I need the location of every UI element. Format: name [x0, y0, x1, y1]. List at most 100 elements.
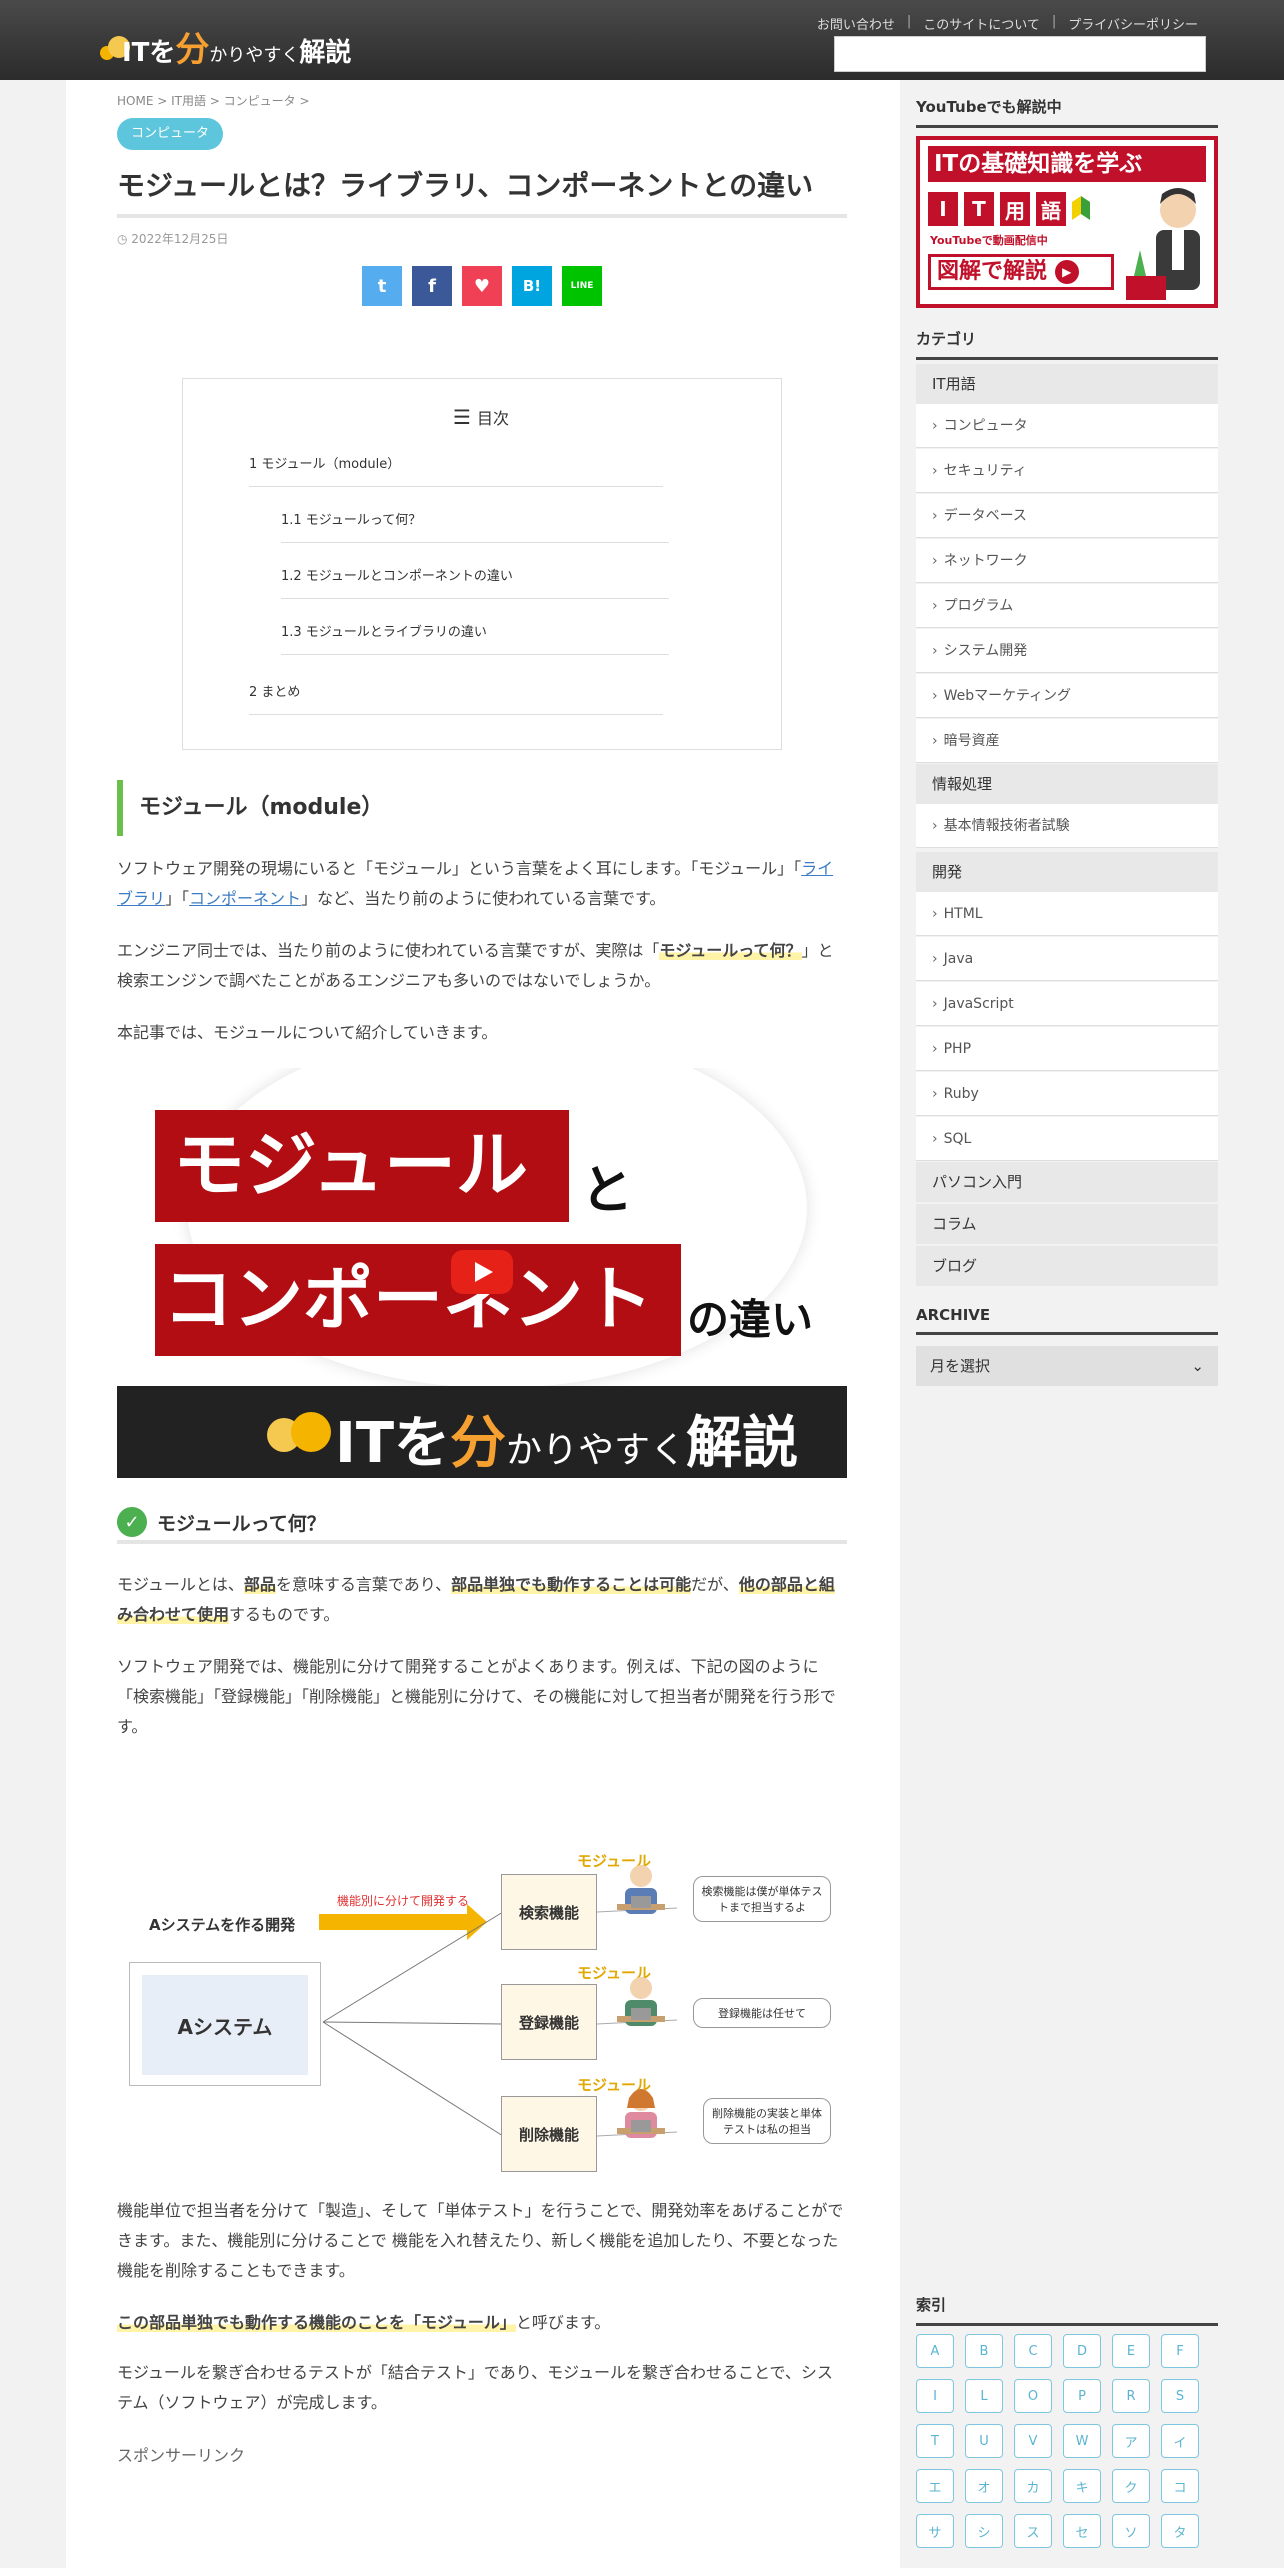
index-button[interactable]: A [916, 2334, 954, 2368]
toc-item[interactable]: 1 モジュール（module） [249, 453, 663, 487]
index-button[interactable]: カ [1014, 2469, 1052, 2503]
category-item[interactable]: › SQL [916, 1117, 1218, 1161]
category-label: SQL [943, 1131, 972, 1147]
about-link[interactable]: このサイトについて [923, 14, 1040, 33]
privacy-link[interactable]: プライバシーポリシー [1068, 14, 1198, 33]
category-item[interactable]: IT用語 [916, 364, 1218, 404]
youtube-video-embed[interactable]: モジュール と コンポーネント の違い ITを分かりやすく解説 [117, 1068, 847, 1478]
category-label: Webマーケティング [943, 688, 1072, 704]
index-button[interactable]: W [1063, 2424, 1101, 2458]
category-item[interactable]: › プログラム [916, 584, 1218, 628]
contact-link[interactable]: お問い合わせ [817, 14, 895, 33]
title-divider [117, 214, 847, 218]
index-button[interactable]: オ [965, 2469, 1003, 2503]
category-label: ネットワーク [943, 553, 1028, 569]
category-item[interactable]: コラム [916, 1204, 1218, 1244]
index-button[interactable]: P [1063, 2379, 1101, 2413]
line-share-button[interactable]: LINE [562, 266, 602, 306]
index-button[interactable]: I [916, 2379, 954, 2413]
search-input[interactable] [834, 36, 1206, 72]
breadcrumb[interactable]: HOME > IT用語 > コンピュータ > [117, 92, 310, 109]
category-item[interactable]: › Webマーケティング [916, 674, 1218, 718]
function-box: 削除機能 [501, 2096, 597, 2172]
logo-rest: かりやすく [209, 45, 300, 66]
facebook-share-button[interactable]: f [412, 266, 452, 306]
category-item[interactable]: 情報処理 [916, 764, 1218, 804]
category-item[interactable]: › Ruby [916, 1072, 1218, 1116]
index-button[interactable]: コ [1161, 2469, 1199, 2503]
post-date: ◷ 2022年12月25日 [117, 230, 228, 247]
toc-item[interactable]: 1.1 モジュールって何？ [281, 509, 669, 543]
category-item[interactable]: › 基本情報技術者試験 [916, 804, 1218, 848]
category-item[interactable]: › システム開発 [916, 629, 1218, 673]
index-button[interactable]: サ [916, 2514, 954, 2548]
category-item[interactable]: › PHP [916, 1027, 1218, 1071]
category-item[interactable]: › データベース [916, 494, 1218, 538]
twitter-share-button[interactable]: t [362, 266, 402, 306]
toc-item[interactable]: 1.3 モジュールとライブラリの違い [281, 621, 669, 655]
category-item[interactable]: 開発 [916, 852, 1218, 892]
index-button[interactable]: S [1161, 2379, 1199, 2413]
index-button[interactable]: O [1014, 2379, 1052, 2413]
brand-rest: かりやすく [506, 1430, 687, 1471]
video-title-chigai: の違い [687, 1295, 814, 1344]
index-button[interactable]: キ [1063, 2469, 1101, 2503]
play-icon[interactable] [451, 1250, 513, 1294]
toc-item[interactable]: 1.2 モジュールとコンポーネントの違い [281, 565, 669, 599]
line-icon: LINE [570, 281, 594, 291]
hatena-share-button[interactable]: B! [512, 266, 552, 306]
toc-item[interactable]: 2 まとめ [249, 681, 663, 715]
system-dev-label: Aシステムを作る開発 [149, 1916, 296, 1934]
index-button[interactable]: シ [965, 2514, 1003, 2548]
category-item[interactable]: › JavaScript [916, 982, 1218, 1026]
category-item[interactable]: › コンピュータ [916, 404, 1218, 448]
index-button[interactable]: セ [1063, 2514, 1101, 2548]
banner-cta: 図解で解説 ▶ [928, 254, 1114, 290]
category-heading: カテゴリ [916, 328, 1218, 360]
chevron-right-icon: › [932, 996, 938, 1012]
index-button[interactable]: L [965, 2379, 1003, 2413]
banner-cta-text: 図解で解説 [937, 259, 1048, 284]
banner-title: ITの基礎知識を学ぶ [928, 146, 1206, 182]
index-button[interactable]: F [1161, 2334, 1199, 2368]
chevron-right-icon: › [932, 688, 938, 704]
function-box: 検索機能 [501, 1874, 597, 1950]
index-button[interactable]: B [965, 2334, 1003, 2368]
index-button[interactable]: イ [1161, 2424, 1199, 2458]
category-label: PHP [943, 1041, 972, 1057]
pocket-share-button[interactable]: ♥ [462, 266, 502, 306]
chevron-down-icon: ⌄ [1191, 1357, 1204, 1375]
component-link[interactable]: コンポーネント [189, 889, 301, 908]
index-button[interactable]: R [1112, 2379, 1150, 2413]
index-button[interactable]: E [1112, 2334, 1150, 2368]
p1-text-b: 」「 [165, 889, 190, 908]
index-button[interactable]: C [1014, 2334, 1052, 2368]
category-item[interactable]: › ネットワーク [916, 539, 1218, 583]
category-item[interactable]: › 暗号資産 [916, 719, 1218, 763]
brand-kaisetsu: 解説 [686, 1411, 799, 1476]
archive-select[interactable]: 月を選択 ⌄ [916, 1346, 1218, 1386]
index-button[interactable]: ス [1014, 2514, 1052, 2548]
index-button[interactable]: タ [1161, 2514, 1199, 2548]
banner-char: I [928, 192, 958, 226]
category-item[interactable]: › セキュリティ [916, 449, 1218, 493]
index-button[interactable]: エ [916, 2469, 954, 2503]
category-item[interactable]: › Java [916, 937, 1218, 981]
index-button[interactable]: U [965, 2424, 1003, 2458]
category-item[interactable]: パソコン入門 [916, 1162, 1218, 1202]
category-badge[interactable]: コンピュータ [117, 118, 224, 150]
index-button[interactable]: ア [1112, 2424, 1150, 2458]
index-button[interactable]: ソ [1112, 2514, 1150, 2548]
youtube-heading: YouTubeでも解説中 [916, 96, 1218, 128]
brand-dot-icon [291, 1412, 331, 1452]
category-label: JavaScript [943, 996, 1014, 1012]
youtube-banner[interactable]: ITの基礎知識を学ぶ I T 用 語 YouTubeで動画配信中 図解で解説 ▶ [916, 136, 1218, 308]
index-button[interactable]: V [1014, 2424, 1052, 2458]
index-button[interactable]: D [1063, 2334, 1101, 2368]
index-button[interactable]: T [916, 2424, 954, 2458]
category-item[interactable]: › HTML [916, 892, 1218, 936]
category-item[interactable]: ブログ [916, 1246, 1218, 1286]
paragraph: モジュールを繋ぎ合わせるテストが「結合テスト」であり、モジュールを繋ぎ合わせるこ… [117, 2363, 833, 2412]
paragraph: エンジニア同士では、当たり前のように使われている言葉ですが、実際は「モジュールっ… [117, 936, 847, 996]
index-button[interactable]: ク [1112, 2469, 1150, 2503]
